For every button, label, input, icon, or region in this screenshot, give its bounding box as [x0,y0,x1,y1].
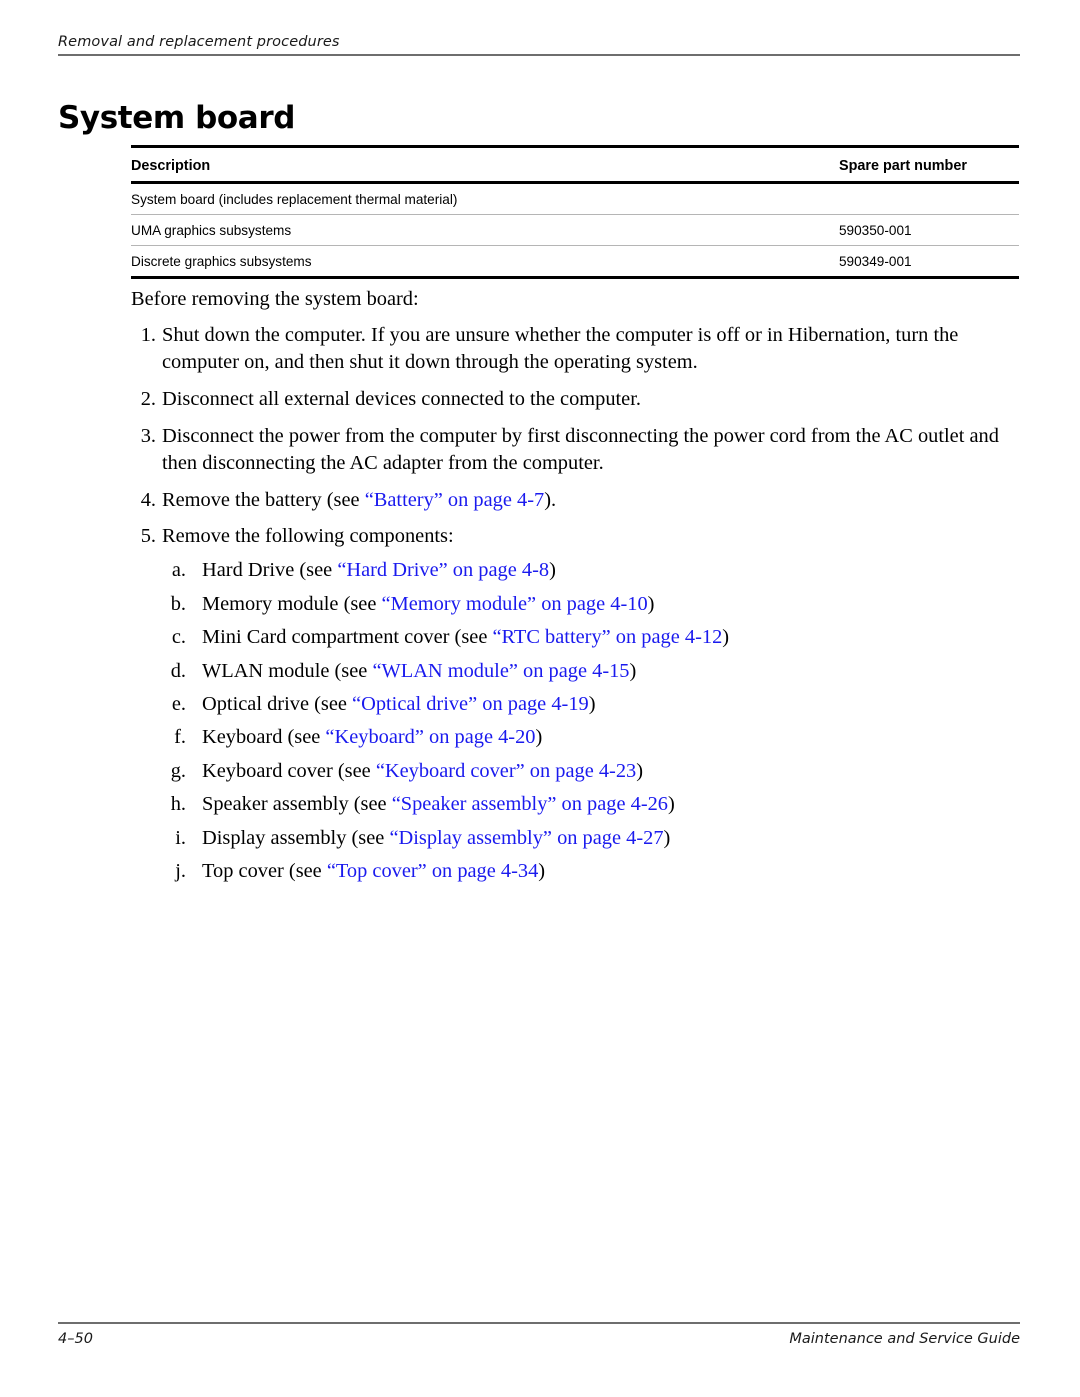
list-item: 5. Remove the following components: a. H… [131,523,1026,885]
cross-reference-link-keyboard-cover[interactable]: “Keyboard cover” on page 4-23 [376,760,636,782]
step-text-suffix: ). [544,488,557,511]
list-item: d. WLAN module (see “WLAN module” on pag… [162,658,1026,685]
list-item: g. Keyboard cover (see “Keyboard cover” … [162,758,1026,785]
substep-marker: a. [171,559,186,582]
substep-text-prefix: Memory module (see [202,592,382,615]
substep-text-suffix: ) [668,793,675,816]
list-item: e. Optical drive (see “Optical drive” on… [162,691,1026,718]
substep-text-suffix: ) [535,726,543,749]
table-body: System board (includes replacement therm… [131,182,1019,279]
list-item: f. Keyboard (see “Keyboard” on page 4-20… [162,724,1026,751]
cross-reference-link-top-cover[interactable]: “Top cover” on page 4-34 [327,860,538,882]
cross-reference-link-battery[interactable]: “Battery” on page 4-7 [365,489,544,511]
footer-row: 4–50 Maintenance and Service Guide [58,1324,1020,1347]
spare-parts-table-container: Description Spare part number System boa… [131,145,1019,279]
substep-marker: j. [175,860,186,883]
cell-part-number [839,182,1019,215]
step-marker: 3. [140,424,156,447]
page-footer: 4–50 Maintenance and Service Guide [58,1322,1020,1347]
substep-marker: i. [175,826,186,849]
cross-reference-link-optical-drive[interactable]: “Optical drive” on page 4-19 [352,693,589,715]
cell-description: System board (includes replacement therm… [131,182,839,215]
substep-marker: b. [170,592,186,615]
running-header-divider [58,54,1020,56]
substep-marker: d. [170,659,186,682]
substep-text-suffix: ) [636,759,644,782]
list-item: j. Top cover (see “Top cover” on page 4-… [162,858,1026,885]
substep-text-suffix: ) [588,693,596,716]
substep-text-suffix: ) [663,826,671,849]
list-item: 2. Disconnect all external devices conne… [131,386,1026,413]
cross-reference-link-keyboard[interactable]: “Keyboard” on page 4-20 [325,726,535,748]
step-marker: 4. [140,488,156,511]
substep-marker: f. [174,726,186,749]
substep-text-prefix: Keyboard (see [202,726,326,749]
column-header-spare-part-number: Spare part number [839,145,1019,184]
substep-text-prefix: Speaker assembly (see [202,793,392,816]
substep-text-prefix: Keyboard cover (see [202,759,376,782]
procedure-intro: Before removing the system board: [131,288,419,310]
substep-text-prefix: Mini Card compartment cover (see [202,626,493,649]
substep-marker: c. [171,626,186,649]
table-header: Description Spare part number [131,145,1019,184]
column-header-description: Description [131,145,839,184]
step-marker: 1. [140,323,156,346]
procedure-step-list: 1. Shut down the computer. If you are un… [131,322,1026,885]
list-item: b. Memory module (see “Memory module” on… [162,591,1026,618]
substep-text-suffix: ) [647,592,655,615]
list-item: c. Mini Card compartment cover (see “RTC… [162,624,1026,651]
step-text: Remove the following components: [162,525,454,548]
substep-marker: g. [170,759,186,782]
running-header-label: Removal and replacement procedures [58,34,340,50]
list-item: h. Speaker assembly (see “Speaker assemb… [162,791,1026,818]
procedure-body: Before removing the system board: 1. Shu… [131,286,1026,895]
list-item: 1. Shut down the computer. If you are un… [131,322,1026,376]
substep-text-prefix: Display assembly (see [202,826,390,849]
list-item: 3. Disconnect the power from the compute… [131,423,1026,477]
page-title: System board [58,99,296,136]
cross-reference-link-memory-module[interactable]: “Memory module” on page 4-10 [382,593,648,615]
substep-text-suffix: ) [549,559,556,582]
cell-part-number: 590349-001 [839,245,1019,279]
cross-reference-link-rtc-battery[interactable]: “RTC battery” on page 4-12 [492,626,722,648]
step-marker: 5. [140,525,156,548]
step-text-prefix: Remove the battery (see [162,488,365,511]
cell-description: UMA graphics subsystems [131,214,839,246]
substep-text-prefix: Top cover (see [202,860,327,883]
spare-parts-table: Description Spare part number System boa… [131,145,1019,279]
cross-reference-link-hard-drive[interactable]: “Hard Drive” on page 4-8 [337,559,549,581]
list-item: 4. Remove the battery (see “Battery” on … [131,487,1026,514]
list-item: i. Display assembly (see “Display assemb… [162,825,1026,852]
document-page: Removal and replacement procedures Syste… [0,0,1080,1397]
substep-text-suffix: ) [629,659,637,682]
table-header-row: Description Spare part number [131,145,1019,184]
step-marker: 2. [140,387,156,410]
list-item: a. Hard Drive (see “Hard Drive” on page … [162,557,1026,584]
substep-marker: h. [170,793,186,816]
table-row: UMA graphics subsystems 590350-001 [131,214,1019,246]
cross-reference-link-display-assembly[interactable]: “Display assembly” on page 4-27 [389,827,663,849]
substep-text-prefix: Optical drive (see [202,693,353,716]
table-row: System board (includes replacement therm… [131,182,1019,215]
cell-part-number: 590350-001 [839,214,1019,246]
step-text: Disconnect the power from the computer b… [162,424,999,474]
step-text: Shut down the computer. If you are unsur… [162,323,959,373]
footer-page-number: 4–50 [58,1330,93,1347]
cross-reference-link-wlan-module[interactable]: “WLAN module” on page 4-15 [372,660,629,682]
table-row: Discrete graphics subsystems 590349-001 [131,245,1019,279]
substep-text-prefix: WLAN module (see [202,659,373,682]
substep-text-prefix: Hard Drive (see [202,559,338,582]
substep-text-suffix: ) [538,860,546,883]
running-header: Removal and replacement procedures [58,34,1020,56]
cross-reference-link-speaker-assembly[interactable]: “Speaker assembly” on page 4-26 [392,793,668,815]
cell-description: Discrete graphics subsystems [131,245,839,279]
substep-text-suffix: ) [722,626,730,649]
footer-guide-title: Maintenance and Service Guide [789,1330,1020,1347]
step-text: Disconnect all external devices connecte… [162,387,641,410]
substep-marker: e. [171,693,186,716]
component-sub-list: a. Hard Drive (see “Hard Drive” on page … [162,557,1026,885]
